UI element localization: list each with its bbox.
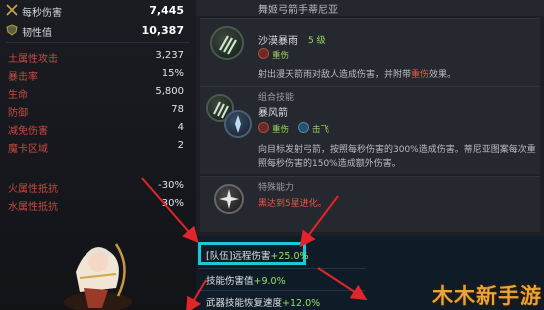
- annotation-arrows: [141, 177, 368, 310]
- arrow-annotation: [185, 279, 207, 310]
- arrow-annotation: [317, 267, 368, 301]
- watermark: 木木新手游: [432, 284, 542, 308]
- arrow-annotation: [141, 177, 199, 244]
- arrow-annotation: [299, 195, 339, 248]
